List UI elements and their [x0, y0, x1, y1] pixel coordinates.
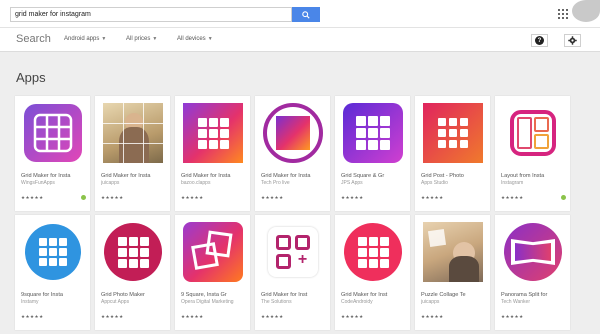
app-card[interactable]: Grid Photo Maker Appcut Apps ★★★★★	[95, 215, 170, 330]
app-name: Grid Maker for Insta	[181, 173, 231, 179]
app-developer: Tech Pro live	[261, 180, 290, 186]
app-card[interactable]: Grid Maker for Insta WingsFunApps ★★★★★	[15, 96, 90, 211]
app-icon	[501, 101, 565, 165]
app-developer: Opera Digital Marketing	[181, 299, 234, 305]
app-card[interactable]: Grid Square & Gr JPS Apps ★★★★★	[335, 96, 410, 211]
app-name: 9square for Insta	[21, 292, 63, 298]
app-icon	[341, 220, 405, 284]
app-card[interactable]: Puzzle Collage Te juicapps ★★★★★	[415, 215, 490, 330]
app-card[interactable]: Grid Post - Photo Apps Studio ★★★★★	[415, 96, 490, 211]
rating-stars: ★★★★★	[341, 195, 364, 200]
sub-header: Search Android apps ▼ All prices ▼ All d…	[0, 28, 600, 52]
app-icon	[181, 101, 245, 165]
filter-devices[interactable]: All devices ▼	[177, 36, 213, 42]
app-icon	[341, 101, 405, 165]
app-name: Grid Maker for Insta	[261, 173, 311, 179]
top-bar: grid maker for instagram	[0, 0, 600, 28]
rating-stars: ★★★★★	[101, 195, 124, 200]
app-card[interactable]: + Grid Maker for Inst The Solutions ★★★★…	[255, 215, 330, 330]
rating-stars: ★★★★★	[181, 195, 204, 200]
app-developer: Apps Studio	[421, 180, 448, 186]
app-card[interactable]: Grid Maker for Insta bazoo.clapps ★★★★★	[175, 96, 250, 211]
app-developer: juicapps	[101, 180, 120, 186]
app-developer: Appcut Apps	[101, 299, 130, 305]
app-card[interactable]: Grid Maker for Insta juicapps ★★★★★	[95, 96, 170, 211]
app-developer: JPS Apps	[341, 180, 363, 186]
app-name: Grid Maker for Insta	[21, 173, 71, 179]
app-name: Grid Square & Gr	[341, 173, 385, 179]
search-input[interactable]: grid maker for instagram	[10, 7, 292, 22]
app-developer: CodeAndroidy	[341, 299, 373, 305]
app-name: Grid Maker for Insta	[101, 173, 151, 179]
rating-stars: ★★★★★	[101, 314, 124, 319]
rating-stars: ★★★★★	[341, 314, 364, 319]
app-developer: Instagram	[501, 180, 524, 186]
settings-button[interactable]	[564, 34, 581, 47]
filter-price[interactable]: All prices ▼	[126, 36, 157, 42]
app-icon	[101, 101, 165, 165]
app-card[interactable]: Grid Maker for Inst CodeAndroidy ★★★★★	[335, 215, 410, 330]
rating-stars: ★★★★★	[181, 314, 204, 319]
app-icon: +	[261, 220, 325, 284]
chevron-down-icon: ▼	[101, 36, 107, 42]
rating-stars: ★★★★★	[21, 195, 44, 200]
app-icon	[21, 220, 85, 284]
page-title: Search	[16, 33, 51, 45]
app-icon	[21, 101, 85, 165]
filter-category[interactable]: Android apps ▼	[64, 36, 106, 42]
app-name: Panorama Split for	[501, 292, 548, 298]
rating-stars: ★★★★★	[501, 314, 524, 319]
rating-stars: ★★★★★	[421, 195, 444, 200]
filter-category-label: Android apps	[64, 36, 100, 42]
status-badge	[561, 195, 566, 200]
app-icon	[501, 220, 565, 284]
help-button[interactable]: ?	[531, 34, 548, 47]
app-developer: The Solutions	[261, 299, 292, 305]
app-name: Grid Maker for Inst	[261, 292, 308, 298]
app-name: Layout from Insta	[501, 173, 545, 179]
app-developer: WingsFunApps	[21, 180, 55, 186]
app-icon	[261, 101, 325, 165]
apps-launcher-icon[interactable]	[558, 9, 568, 19]
filter-price-label: All prices	[126, 36, 151, 42]
app-developer: bazoo.clapps	[181, 180, 211, 186]
app-icon	[101, 220, 165, 284]
rating-stars: ★★★★★	[501, 195, 524, 200]
search-icon	[302, 10, 310, 19]
app-icon	[181, 220, 245, 284]
app-name: Puzzle Collage Te	[421, 292, 466, 298]
app-name: 9 Square, Insta Gr	[181, 292, 227, 298]
app-name: Grid Photo Maker	[101, 292, 145, 298]
status-badge	[81, 195, 86, 200]
rating-stars: ★★★★★	[21, 314, 44, 319]
help-icon: ?	[535, 36, 544, 45]
app-icon	[421, 101, 485, 165]
rating-stars: ★★★★★	[261, 314, 284, 319]
app-icon	[421, 220, 485, 284]
chevron-down-icon: ▼	[152, 36, 158, 42]
rating-stars: ★★★★★	[421, 314, 444, 319]
app-card[interactable]: 9 Square, Insta Gr Opera Digital Marketi…	[175, 215, 250, 330]
app-card[interactable]: Grid Maker for Insta Tech Pro live ★★★★★	[255, 96, 330, 211]
app-developer: Instamy	[21, 299, 39, 305]
app-developer: juicapps	[421, 299, 440, 305]
avatar[interactable]	[572, 0, 600, 22]
app-card[interactable]: Layout from Insta Instagram ★★★★★	[495, 96, 570, 211]
app-name: Grid Maker for Inst	[341, 292, 388, 298]
gear-icon	[568, 36, 577, 45]
chevron-down-icon: ▼	[207, 36, 213, 42]
app-card[interactable]: Panorama Split for Tech Wanker ★★★★★	[495, 215, 570, 330]
app-name: Grid Post - Photo	[421, 173, 464, 179]
filter-devices-label: All devices	[177, 36, 206, 42]
section-title: Apps	[16, 70, 46, 85]
app-card[interactable]: 9square for Insta Instamy ★★★★★	[15, 215, 90, 330]
rating-stars: ★★★★★	[261, 195, 284, 200]
search-button[interactable]	[292, 7, 320, 22]
app-developer: Tech Wanker	[501, 299, 530, 305]
